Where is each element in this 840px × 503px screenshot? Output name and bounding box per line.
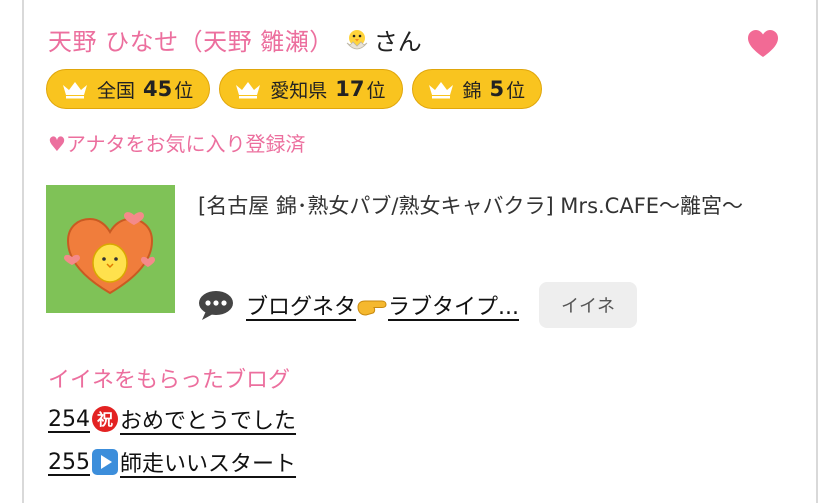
rank-area: 錦 <box>462 79 482 102</box>
honorific: さん <box>373 28 422 56</box>
ranking-badges: 全国 45 位 愛知県 17 位 錦 5 位 <box>46 69 543 109</box>
liked-blog-title: おめでとうでした <box>120 409 297 434</box>
play-button-icon <box>92 449 118 475</box>
rank-number: 45 <box>143 77 173 101</box>
crown-icon <box>63 82 87 99</box>
favorite-heart-icon[interactable] <box>748 30 778 58</box>
svg-text:祝: 祝 <box>97 410 113 429</box>
liked-blog-count: 254 <box>48 406 90 432</box>
rank-suffix: 位 <box>366 79 386 102</box>
blog-thumbnail-image[interactable] <box>46 185 175 313</box>
liked-blog-item[interactable]: 254 祝 おめでとうでした <box>48 403 296 435</box>
cast-name[interactable]: 天野 ひなせ（天野 雛瀬） <box>48 22 334 57</box>
rank-badge-district[interactable]: 錦 5 位 <box>411 69 543 109</box>
rank-area: 全国 <box>97 79 136 102</box>
rank-badge-national[interactable]: 全国 45 位 <box>46 69 211 109</box>
blog-post-title-start: ブログネタ <box>246 295 357 320</box>
rank-number: 17 <box>335 77 365 101</box>
blog-post-row: ブログネタ ラブタイプ... イイネ <box>198 282 637 328</box>
cast-name-row: 天野 ひなせ（天野 雛瀬） さん <box>48 22 422 57</box>
liked-blog-title: 師走いいスタート <box>120 452 297 477</box>
crown-icon <box>428 82 453 99</box>
rank-suffix: 位 <box>174 79 194 102</box>
liked-blog-count: 255 <box>48 449 90 475</box>
speech-bubble-icon <box>199 291 233 320</box>
rank-suffix: 位 <box>506 79 526 102</box>
iine-button[interactable]: イイネ <box>539 282 637 328</box>
rank-badge-prefecture[interactable]: 愛知県 17 位 <box>219 69 403 109</box>
favorite-status: ♥アナタをお気に入り登録済 <box>48 132 306 156</box>
blog-post-link[interactable]: ブログネタ ラブタイプ... <box>246 289 519 321</box>
cast-card: 天野 ひなせ（天野 雛瀬） さん 全国 45 位 愛知県 17 位 錦 5 位 … <box>22 0 818 503</box>
liked-blogs-heading: イイネをもらったブログ <box>48 368 291 393</box>
rank-area: 愛知県 <box>270 79 328 102</box>
crown-icon <box>236 82 261 99</box>
pointing-hand-icon <box>357 300 387 316</box>
blog-post-title-end: ラブタイプ... <box>388 295 519 320</box>
blog-shop-title: [名古屋 錦･熟女パブ/熟女キャバクラ] Mrs.CAFE〜離宮〜 <box>198 194 744 218</box>
congratulations-icon: 祝 <box>92 406 118 432</box>
hatching-chick-icon <box>346 29 368 49</box>
rank-number: 5 <box>489 77 505 101</box>
liked-blog-item[interactable]: 255 師走いいスタート <box>48 446 296 478</box>
